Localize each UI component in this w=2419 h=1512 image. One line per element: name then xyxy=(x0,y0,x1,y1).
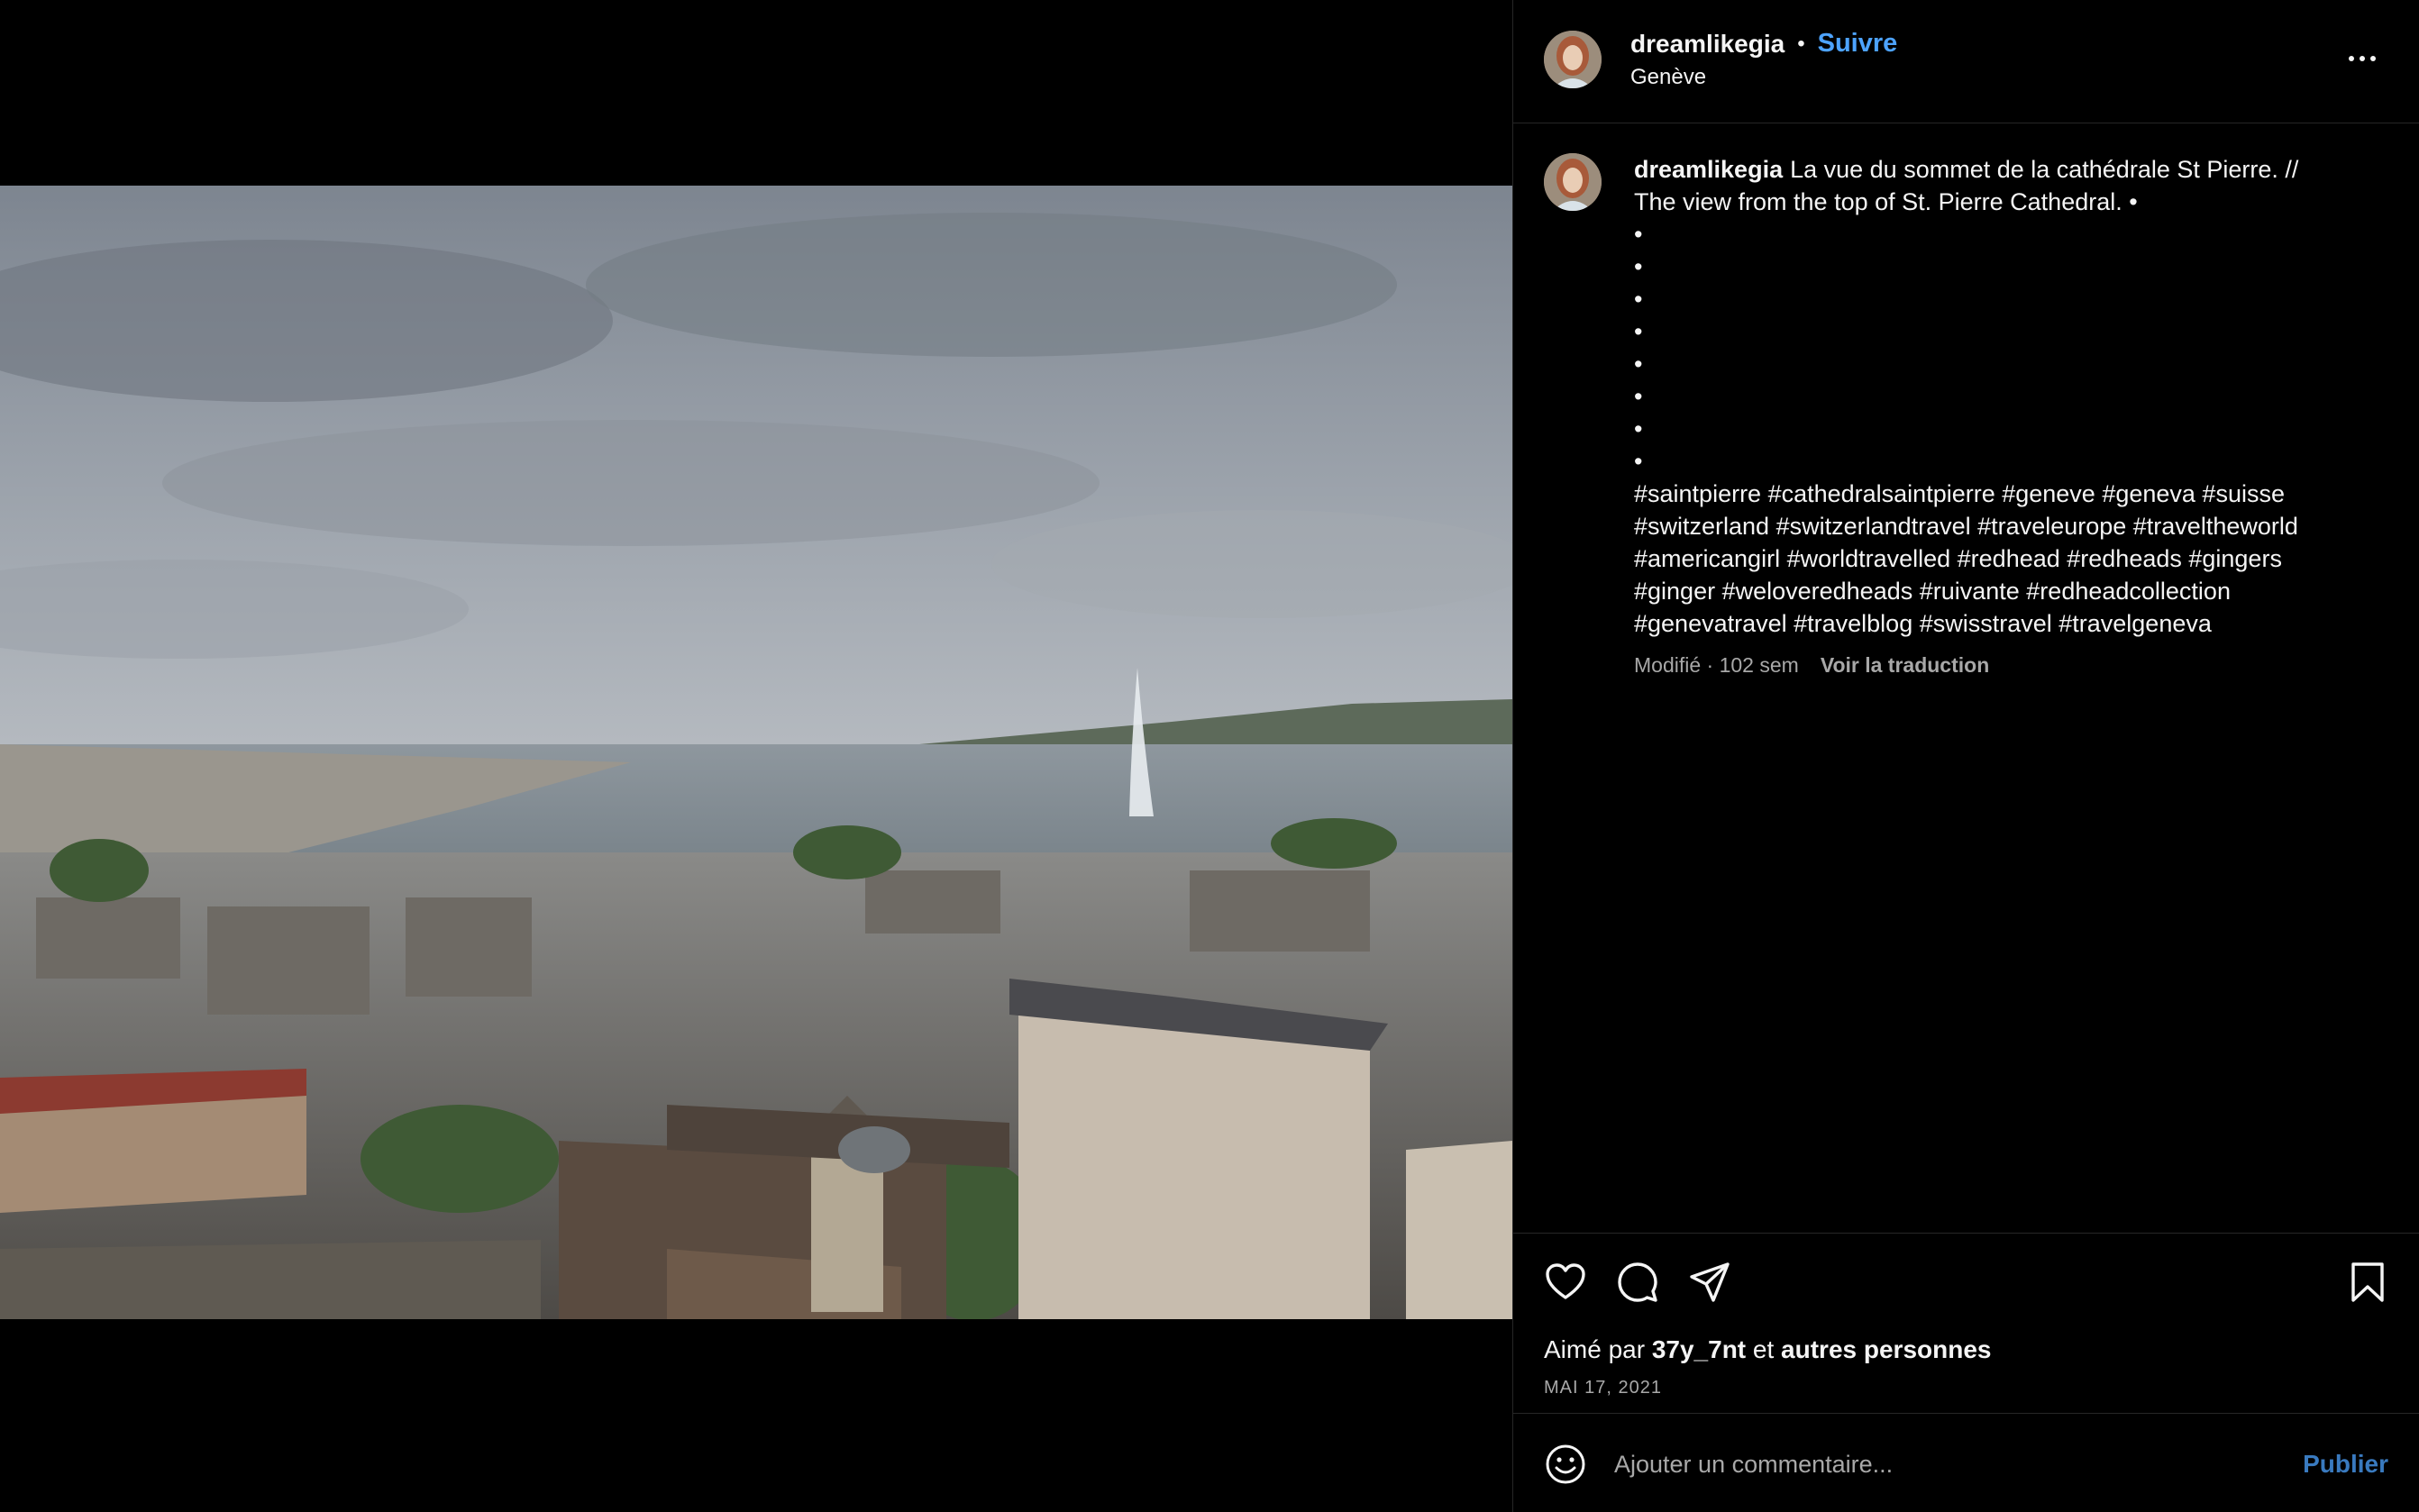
post-header: dreamlikegia • Suivre Genève xyxy=(1513,0,2419,123)
caption-bullet: • xyxy=(1634,415,1643,442)
bookmark-icon[interactable] xyxy=(2346,1261,2389,1304)
profile-photo-icon xyxy=(1544,31,1602,88)
profile-photo-icon xyxy=(1544,153,1602,211)
avatar[interactable] xyxy=(1544,153,1602,211)
location-link[interactable]: Genève xyxy=(1630,65,1706,90)
hashtag-line[interactable]: #genevatravel #travelblog #swisstravel #… xyxy=(1634,607,2382,640)
hashtag-line[interactable]: #ginger #weloveredheads #ruivante #redhe… xyxy=(1634,575,2382,607)
publish-button[interactable]: Publier xyxy=(2303,1450,2388,1479)
media-stage xyxy=(0,0,1512,1512)
avatar[interactable] xyxy=(1544,31,1602,88)
caption-bullet: • xyxy=(1634,351,1643,378)
caption-section: dreamlikegia La vue du sommet de la cathé… xyxy=(1513,124,2419,1233)
likes-summary: Aimé par 37y_7nt et autres personnes xyxy=(1544,1335,1991,1364)
caption-bullet: • xyxy=(1634,221,1643,248)
more-horizontal-icon[interactable] xyxy=(2349,50,2385,68)
modified-time: Modifié · 102 sem xyxy=(1634,653,1799,677)
caption-line-2: The view from the top of St. Pierre Cath… xyxy=(1634,188,2138,215)
hashtag-line[interactable]: #americangirl #worldtravelled #redhead #… xyxy=(1634,542,2382,575)
emoji-smiley-icon[interactable] xyxy=(1544,1443,1587,1486)
caption-username-link[interactable]: dreamlikegia xyxy=(1634,156,1783,183)
comment-bubble-icon[interactable] xyxy=(1616,1261,1659,1304)
paper-plane-icon[interactable] xyxy=(1688,1261,1731,1304)
header-user-line: dreamlikegia • Suivre xyxy=(1630,29,1897,59)
caption-line-1: La vue du sommet de la cathédrale St Pie… xyxy=(1790,156,2299,183)
hashtag-line[interactable]: #saintpierre #cathedralsaintpierre #gene… xyxy=(1634,478,2382,510)
liker-username-link[interactable]: 37y_7nt xyxy=(1652,1335,1746,1363)
hashtag-line[interactable]: #switzerland #switzerlandtravel #travele… xyxy=(1634,510,2382,542)
comment-composer: Publier xyxy=(1513,1413,2419,1512)
heart-icon[interactable] xyxy=(1544,1261,1587,1304)
caption-text: dreamlikegia La vue du sommet de la cathé… xyxy=(1634,153,2382,640)
caption-bullet: • xyxy=(1634,448,1643,475)
caption-bullet: • xyxy=(1634,253,1643,280)
caption-meta: Modifié · 102 sem Voir la traduction xyxy=(1634,653,1989,678)
geneva-lake-photo xyxy=(0,186,1512,1319)
likes-and: et xyxy=(1752,1335,1775,1363)
other-likers-link[interactable]: autres personnes xyxy=(1781,1335,1991,1363)
caption-bullet: • xyxy=(1634,286,1643,313)
comment-input[interactable] xyxy=(1612,1441,2243,1488)
follow-button[interactable]: Suivre xyxy=(1818,29,1898,59)
see-translation-link[interactable]: Voir la traduction xyxy=(1821,653,1989,678)
caption-bullet: • xyxy=(1634,318,1643,345)
action-bar: Aimé par 37y_7nt et autres personnes MAI… xyxy=(1513,1233,2419,1413)
username-link[interactable]: dreamlikegia xyxy=(1630,30,1785,59)
separator-dot: • xyxy=(1797,31,1805,56)
post-date[interactable]: MAI 17, 2021 xyxy=(1544,1378,1662,1398)
likes-prefix: Aimé par xyxy=(1544,1335,1646,1363)
caption-bullet: • xyxy=(1634,383,1643,410)
post-photo[interactable] xyxy=(0,186,1512,1319)
post-side-panel: dreamlikegia • Suivre Genève dreamlikegi… xyxy=(1512,0,2419,1512)
